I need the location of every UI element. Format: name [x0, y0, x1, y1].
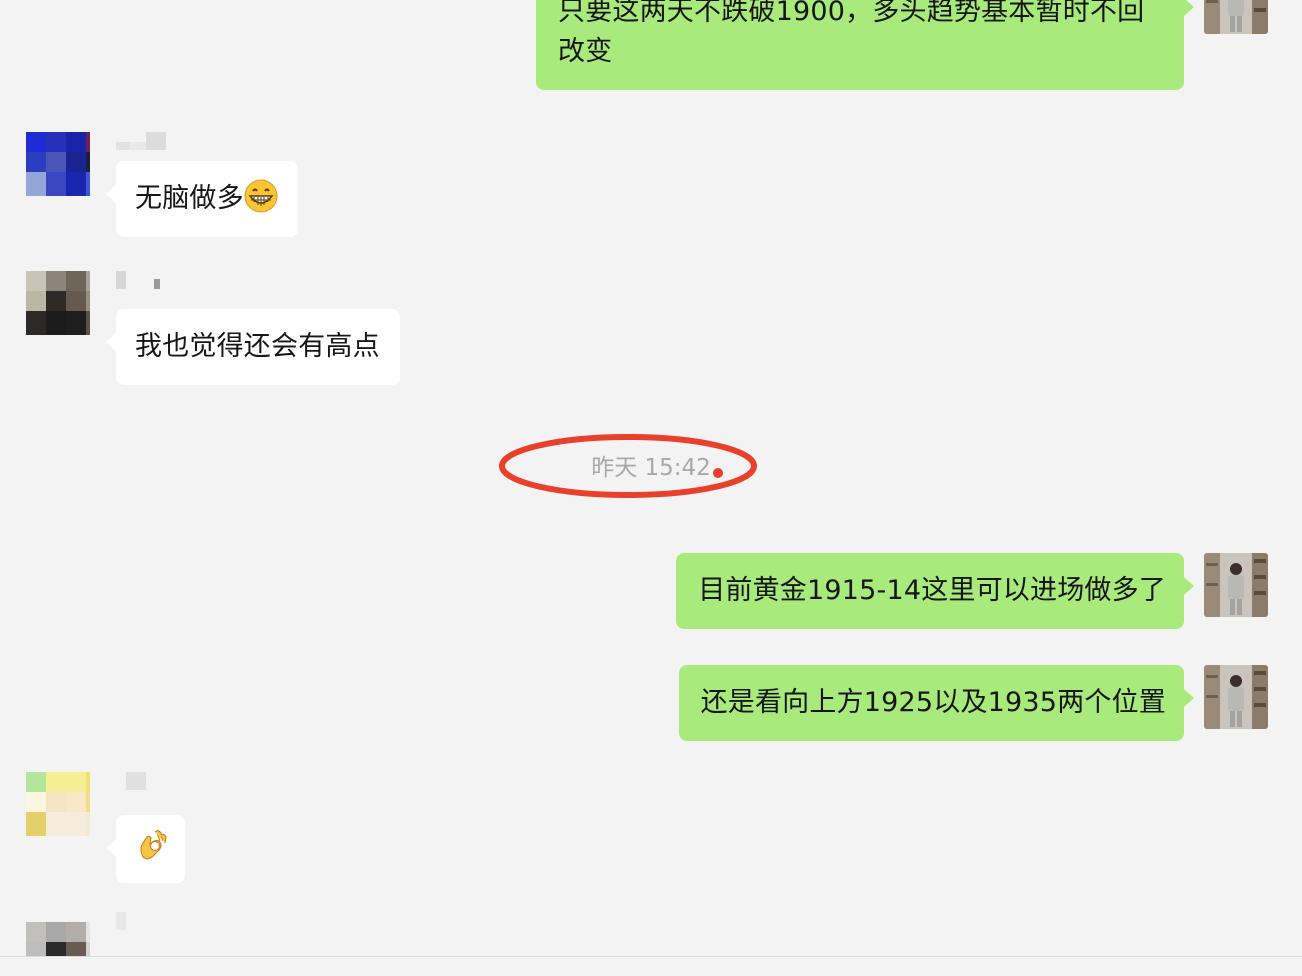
highlight-ring-annotation [499, 434, 757, 498]
chat-area: 只要这两天不跌破1900，多头趋势基本暂时不回改变 无脑做多 我也觉得还会有高点… [0, 0, 1302, 976]
sender-name-blurred [116, 132, 168, 150]
contact-avatar[interactable] [26, 772, 90, 836]
my-avatar[interactable] [1204, 553, 1268, 617]
message-text: 只要这两天不跌破1900，多头趋势基本暂时不回改变 [558, 0, 1145, 67]
message-text: 我也觉得还会有高点 [135, 331, 380, 362]
contact-avatar[interactable] [26, 271, 90, 335]
message-text: 无脑做多 [135, 183, 244, 214]
message-bubble-incoming[interactable] [106, 815, 185, 883]
input-divider [0, 956, 1302, 957]
my-avatar[interactable] [1204, 0, 1268, 34]
contact-avatar[interactable] [26, 132, 90, 196]
message-bubble-outgoing[interactable]: 只要这两天不跌破1900，多头趋势基本暂时不回改变 [536, 0, 1194, 90]
sender-name-blurred [116, 271, 168, 289]
message-text: 目前黄金1915-14这里可以进场做多了 [698, 575, 1166, 606]
grinning-face-icon [244, 179, 278, 225]
my-avatar[interactable] [1204, 665, 1268, 729]
sender-name-blurred [116, 912, 168, 930]
message-bubble-incoming[interactable]: 无脑做多 [106, 161, 298, 237]
sender-name-blurred [116, 772, 168, 790]
message-text: 还是看向上方1925以及1935两个位置 [700, 687, 1166, 718]
ok-hand-icon [135, 827, 169, 875]
message-bubble-incoming[interactable]: 我也觉得还会有高点 [106, 309, 400, 385]
message-bubble-outgoing[interactable]: 还是看向上方1925以及1935两个位置 [678, 665, 1195, 741]
message-bubble-outgoing[interactable]: 目前黄金1915-14这里可以进场做多了 [676, 553, 1194, 629]
contact-avatar[interactable] [26, 912, 90, 956]
